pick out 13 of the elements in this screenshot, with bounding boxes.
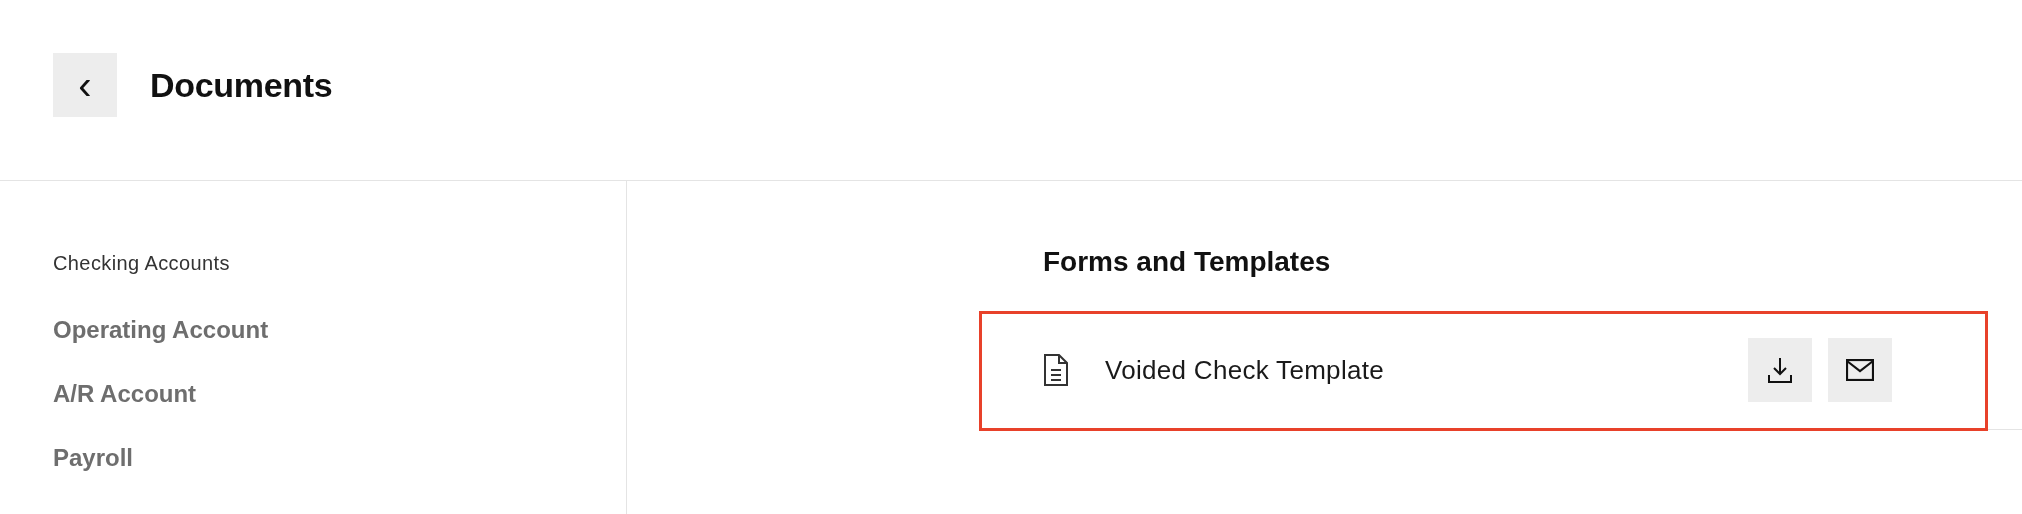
download-button[interactable] <box>1748 338 1812 402</box>
page-title: Documents <box>150 65 333 106</box>
sidebar-item[interactable]: Operating Account <box>53 315 269 345</box>
mail-icon <box>1846 359 1874 381</box>
document-name: Voided Check Template <box>1105 354 1385 386</box>
email-button[interactable] <box>1828 338 1892 402</box>
document-icon <box>1043 354 1069 386</box>
sidebar-item[interactable]: A/R Account <box>53 379 197 409</box>
section-title: Forms and Templates <box>1043 247 1332 277</box>
sidebar-heading: Checking Accounts <box>53 251 231 276</box>
download-icon <box>1768 357 1792 383</box>
sidebar-item[interactable]: Payroll <box>53 443 134 473</box>
back-button[interactable]: ‹ <box>53 53 117 117</box>
